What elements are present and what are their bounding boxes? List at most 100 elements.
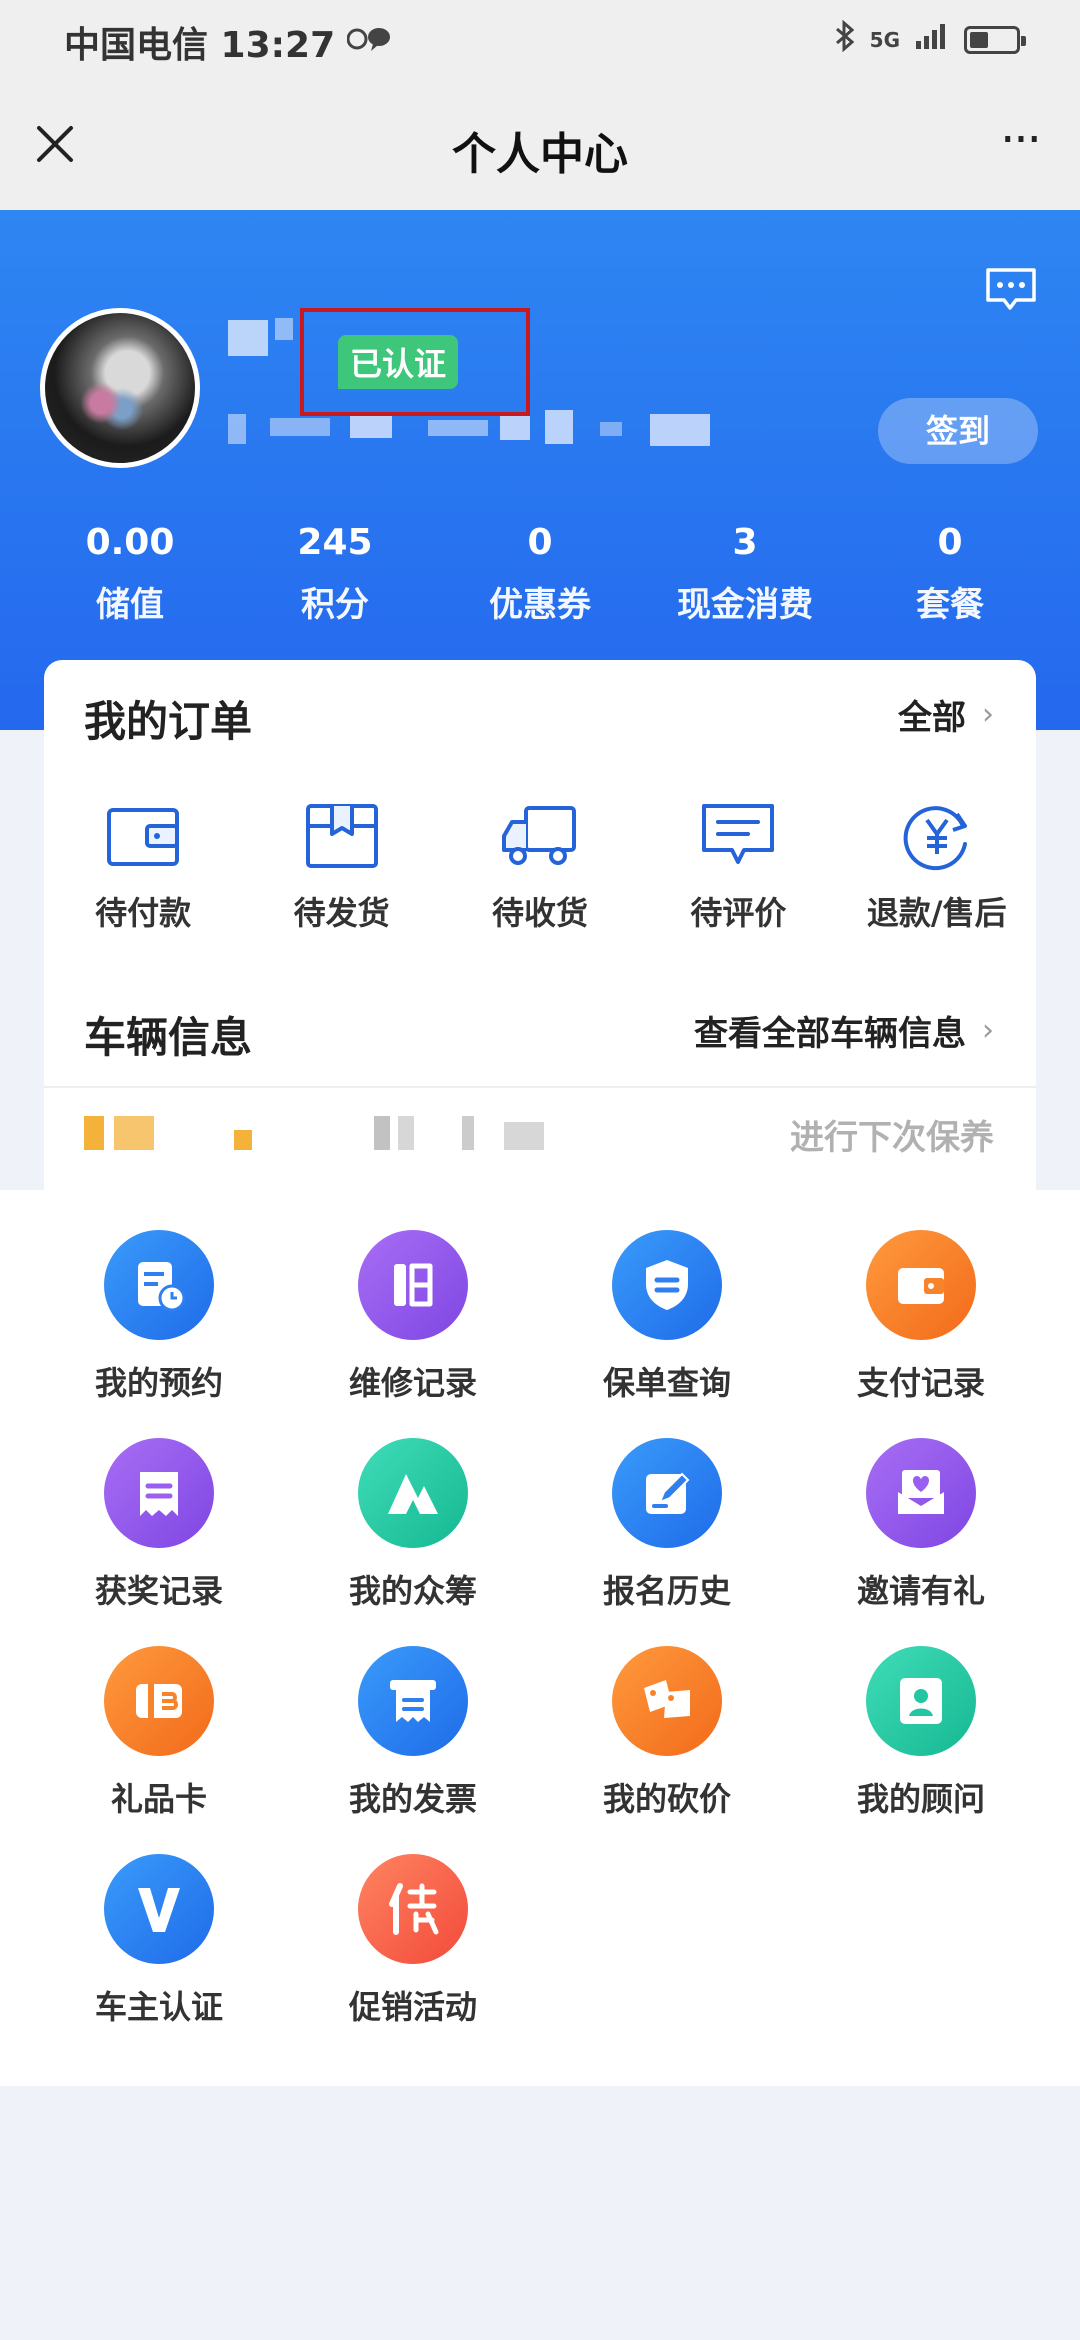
service-label: 礼品卡 <box>110 1780 207 1818</box>
order-status-row: 待付款 待发货 待收货 待评价 退款/售后 <box>44 800 1036 934</box>
vehicle-row[interactable]: 进行下次保养 <box>84 1106 994 1166</box>
message-icon[interactable] <box>984 266 1038 312</box>
orders-all-link[interactable]: 全部 › <box>898 690 994 739</box>
masked-vehicle-info <box>374 1116 390 1150</box>
stat-coupons[interactable]: 0 优惠券 <box>450 522 630 626</box>
vehicle-all-label: 查看全部车辆信息 <box>694 1014 966 1054</box>
stat-label: 套餐 <box>916 585 984 625</box>
stat-packages[interactable]: 0 套餐 <box>860 522 1040 626</box>
signin-button[interactable]: 签到 <box>878 398 1038 464</box>
invoice-icon <box>358 1646 468 1756</box>
masked-plate <box>84 1116 104 1150</box>
vehicle-all-link[interactable]: 查看全部车辆信息 › <box>694 1006 994 1055</box>
repair-record-icon <box>358 1230 468 1340</box>
battery-icon <box>964 25 1026 54</box>
truck-icon <box>501 806 576 865</box>
service-promotion[interactable]: 促销活动 <box>286 1854 540 2028</box>
award-record-icon <box>104 1438 214 1548</box>
service-award-records[interactable]: 获奖记录 <box>32 1438 286 1612</box>
wallet-icon <box>866 1230 976 1340</box>
order-refund[interactable]: 退款/售后 <box>842 800 1032 934</box>
stat-value: 245 <box>297 522 373 563</box>
stat-value: 0 <box>527 522 553 563</box>
service-invite-gift[interactable]: 邀请有礼 <box>794 1438 1048 1612</box>
avatar[interactable] <box>40 308 200 468</box>
signal-icon <box>914 21 950 58</box>
wallet-icon <box>107 808 180 866</box>
appointment-icon <box>104 1230 214 1340</box>
profile-header: 已认证 签到 0.00 储值 245 积分 0 优惠券 3 现金消费 0 套餐 <box>0 210 1080 730</box>
carrier-time: 中国电信 13:27 <box>64 25 336 66</box>
status-bar: 中国电信 13:27 5G <box>0 0 1080 82</box>
service-appointment[interactable]: 我的预约 <box>32 1230 286 1404</box>
divider <box>44 1086 1036 1088</box>
refund-yen-icon <box>903 806 967 871</box>
masked-user-id <box>228 414 246 444</box>
stat-balance[interactable]: 0.00 储值 <box>40 522 220 626</box>
service-label: 保单查询 <box>602 1364 731 1402</box>
nav-bar: 个人中心 ··· <box>0 82 1080 210</box>
status-right: 5G <box>834 19 1026 59</box>
owner-verify-v-icon <box>104 1854 214 1964</box>
order-pending-receive[interactable]: 待收货 <box>445 800 635 934</box>
vehicle-title: 车辆信息 <box>84 1013 253 1062</box>
order-label: 待评价 <box>690 894 787 932</box>
service-label: 我的众筹 <box>348 1572 477 1610</box>
bluetooth-icon <box>834 19 856 59</box>
invite-gift-icon <box>866 1438 976 1548</box>
stat-points[interactable]: 245 积分 <box>245 522 425 626</box>
stat-value: 0 <box>937 522 963 563</box>
stat-label: 积分 <box>301 585 369 625</box>
verified-badge: 已认证 <box>338 335 459 389</box>
stat-value: 0.00 <box>85 522 175 563</box>
service-label: 我的预约 <box>94 1364 223 1402</box>
service-crowdfunding[interactable]: 我的众筹 <box>286 1438 540 1612</box>
stat-label: 储值 <box>96 585 164 625</box>
service-policy-query[interactable]: 保单查询 <box>540 1230 794 1404</box>
box-icon <box>305 804 378 868</box>
order-pending-payment[interactable]: 待付款 <box>48 800 238 934</box>
service-payment-records[interactable]: 支付记录 <box>794 1230 1048 1404</box>
advisor-contact-icon <box>866 1646 976 1756</box>
promotion-icon <box>358 1854 468 1964</box>
signup-edit-icon <box>612 1438 722 1548</box>
stat-label: 现金消费 <box>677 585 813 625</box>
service-label: 促销活动 <box>348 1988 477 2026</box>
order-pending-ship[interactable]: 待发货 <box>247 800 437 934</box>
policy-shield-icon <box>612 1230 722 1340</box>
gift-card-icon <box>104 1646 214 1756</box>
status-left: 中国电信 13:27 <box>64 16 391 68</box>
service-label: 获奖记录 <box>94 1572 223 1610</box>
service-signup-history[interactable]: 报名历史 <box>540 1438 794 1612</box>
orders-card: 我的订单 全部 › 待付款 待发货 待收货 待评价 退款/售后 <box>44 660 1036 960</box>
order-pending-review[interactable]: 待评价 <box>643 800 833 934</box>
masked-username <box>228 320 268 356</box>
service-invoices[interactable]: 我的发票 <box>286 1646 540 1820</box>
service-label: 邀请有礼 <box>856 1572 985 1610</box>
service-gift-card[interactable]: 礼品卡 <box>32 1646 286 1820</box>
more-menu-button[interactable]: ··· <box>990 116 1050 172</box>
stat-cash-spend[interactable]: 3 现金消费 <box>655 522 835 626</box>
service-label: 报名历史 <box>602 1572 731 1610</box>
vehicle-card: 车辆信息 查看全部车辆信息 › 进行下次保养 <box>44 960 1036 1190</box>
order-label: 待收货 <box>491 894 588 932</box>
network-label: 5G <box>869 27 900 52</box>
order-label: 退款/售后 <box>866 894 1007 932</box>
service-advisor[interactable]: 我的顾问 <box>794 1646 1048 1820</box>
service-repair-records[interactable]: 维修记录 <box>286 1230 540 1404</box>
orders-title: 我的订单 <box>84 697 253 746</box>
chevron-right-icon: › <box>982 1013 994 1048</box>
comment-icon <box>702 804 775 864</box>
service-label: 我的发票 <box>348 1780 477 1818</box>
services-grid-card: 我的预约 维修记录 保单查询 支付记录 获奖记录 我的众筹 报名历史 邀请有礼 … <box>0 1190 1080 2086</box>
stats-row: 0.00 储值 245 积分 0 优惠券 3 现金消费 0 套餐 <box>40 522 1040 626</box>
service-label: 我的砍价 <box>602 1780 731 1818</box>
crowdfunding-icon <box>358 1438 468 1548</box>
service-owner-verify[interactable]: 车主认证 <box>32 1854 286 2028</box>
service-label: 支付记录 <box>856 1364 985 1402</box>
order-label: 待发货 <box>293 894 390 932</box>
service-label: 我的顾问 <box>856 1780 985 1818</box>
service-bargain[interactable]: 我的砍价 <box>540 1646 794 1820</box>
services-grid: 我的预约 维修记录 保单查询 支付记录 获奖记录 我的众筹 报名历史 邀请有礼 … <box>0 1230 1080 2028</box>
bargain-tag-icon <box>612 1646 722 1756</box>
